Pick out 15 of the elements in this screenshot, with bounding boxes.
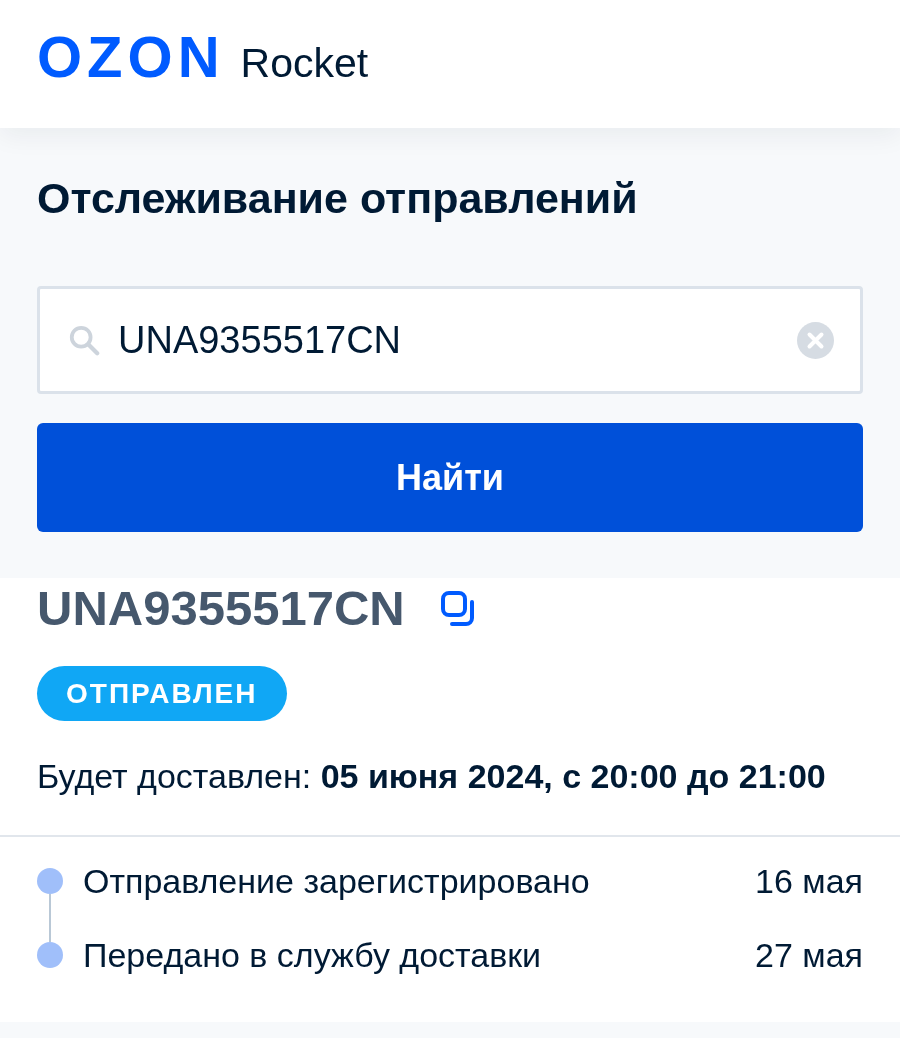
logo-brand: OZON: [37, 28, 225, 86]
event-date: 27 мая: [755, 935, 863, 975]
delivery-estimate: Будет доставлен: 05 июня 2024, с 20:00 до 21:00: [37, 757, 826, 795]
copy-icon[interactable]: [440, 590, 476, 626]
event-date: 16 мая: [755, 861, 863, 901]
event-label: Передано в службу доставки: [83, 935, 543, 975]
page-title: Отслеживание отправлений: [37, 173, 639, 223]
status-badge: ОТПРАВЛЕН: [37, 666, 287, 721]
timeline-connector: [49, 894, 51, 942]
search-icon: [68, 324, 100, 356]
tracking-number: UNA9355517CN: [37, 584, 405, 632]
search-field[interactable]: UNA9355517CN: [37, 286, 863, 394]
search-button[interactable]: Найти: [37, 423, 863, 532]
logo-product: Rocket: [240, 43, 369, 84]
event-label: Отправление зарегистрировано: [83, 861, 591, 901]
